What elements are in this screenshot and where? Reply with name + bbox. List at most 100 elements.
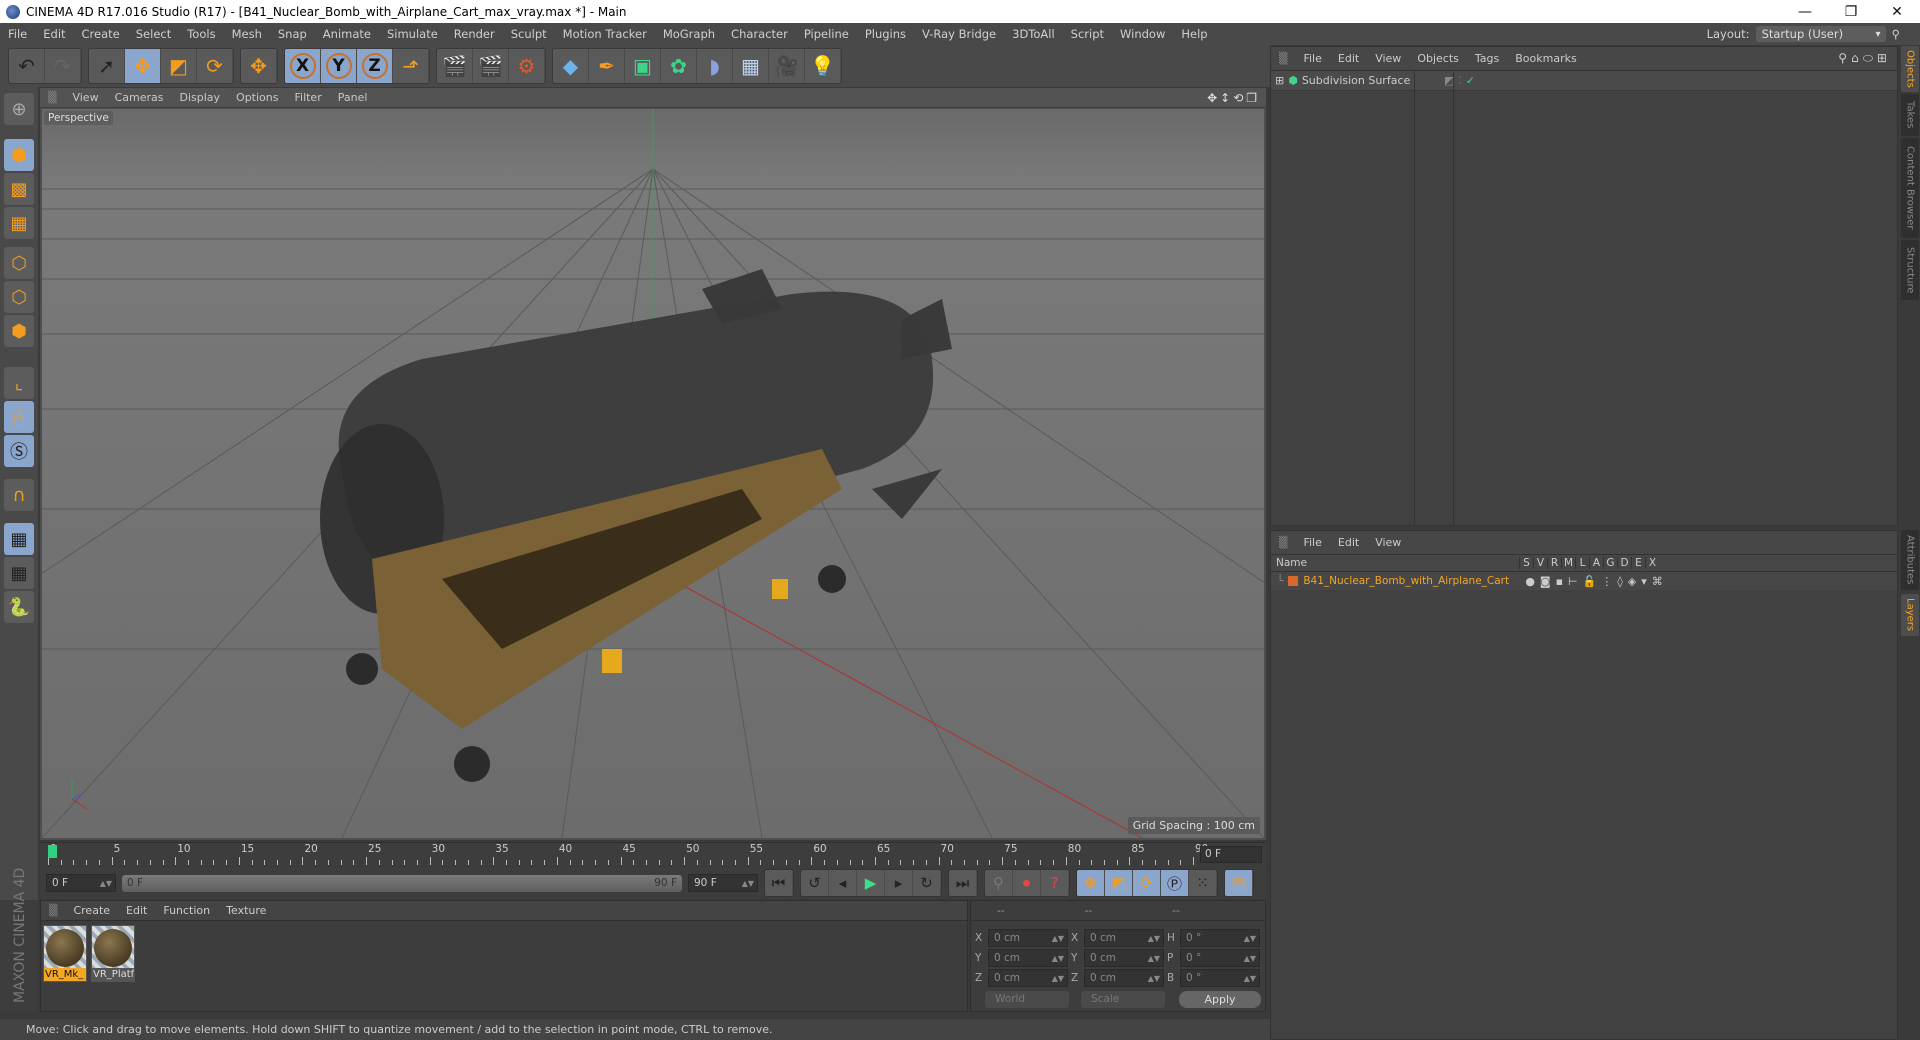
start-frame-field[interactable]: 0 F ▲▼ <box>46 874 116 892</box>
menu-simulate[interactable]: Simulate <box>379 27 446 41</box>
move-icon[interactable]: ✥ <box>125 49 161 83</box>
undo-icon[interactable]: ↶ <box>9 49 45 83</box>
layers-menu-file[interactable]: File <box>1295 536 1329 549</box>
axis-mode-icon[interactable]: ⌞ <box>4 367 34 399</box>
column-s[interactable]: S <box>1519 557 1533 569</box>
key-pla-icon[interactable]: ⁙ <box>1189 870 1217 896</box>
menu-mograph[interactable]: MoGraph <box>655 27 723 41</box>
menu-select[interactable]: Select <box>128 27 179 41</box>
model-mode-icon[interactable]: ⬢ <box>4 139 34 171</box>
panel-grip-icon[interactable]: ▒ <box>40 91 64 104</box>
bend-deformer-icon[interactable]: ◗ <box>697 49 733 83</box>
workplane-mode-icon[interactable]: ▦ <box>4 207 34 239</box>
render-dots-icon[interactable]: ⁚ <box>1458 74 1462 87</box>
column-v[interactable]: V <box>1533 557 1547 569</box>
tab-content-browser[interactable]: Content Browser <box>1901 138 1919 238</box>
render-picture-viewer-icon[interactable]: 🎬 <box>473 49 509 83</box>
minimize-button[interactable]: — <box>1782 0 1828 23</box>
menu-animate[interactable]: Animate <box>315 27 379 41</box>
column-a[interactable]: A <box>1589 557 1603 569</box>
autokey-icon[interactable]: ? <box>1041 870 1069 896</box>
menu-motion-tracker[interactable]: Motion Tracker <box>555 27 655 41</box>
rotation-b-field[interactable]: 0 ° ▲▼ <box>1180 969 1260 987</box>
go-to-end-icon[interactable]: ⏭ <box>949 870 977 896</box>
column-g[interactable]: G <box>1603 557 1617 569</box>
restore-button[interactable]: ❐ <box>1828 0 1874 23</box>
motion-path-icon[interactable]: ⚲ <box>985 870 1013 896</box>
panel-grip-icon[interactable]: ▒ <box>41 904 65 917</box>
column-l[interactable]: L <box>1575 557 1589 569</box>
workplane-align-icon[interactable]: ▦ <box>4 557 34 589</box>
make-editable-icon[interactable]: ⊕ <box>4 93 34 125</box>
menu-snap[interactable]: Snap <box>270 27 315 41</box>
column-e[interactable]: E <box>1631 557 1645 569</box>
material-menu-create[interactable]: Create <box>65 904 118 917</box>
viewport-menu-options[interactable]: Options <box>228 91 286 104</box>
object-row-subdivision-surface[interactable]: ⊞ ⬢ Subdivision Surface ◩ ⁚ ✓ <box>1271 71 1897 91</box>
layer-color-swatch[interactable] <box>1288 576 1299 586</box>
layers-menu-edit[interactable]: Edit <box>1330 536 1367 549</box>
end-frame-field[interactable]: 90 F ▲▼ <box>688 874 758 892</box>
layers-menu-view[interactable]: View <box>1367 536 1409 549</box>
cloner-icon[interactable]: ✿ <box>661 49 697 83</box>
tab-layers[interactable]: Layers <box>1901 594 1919 636</box>
expand-icon[interactable]: ⊞ <box>1275 74 1284 87</box>
coordinate-type-dropdown[interactable]: Scale <box>1081 991 1165 1008</box>
viewport-menu-display[interactable]: Display <box>171 91 228 104</box>
menu-create[interactable]: Create <box>74 27 128 41</box>
key-position-icon[interactable]: ✥ <box>1077 870 1105 896</box>
light-icon[interactable]: 💡 <box>805 49 841 83</box>
objects-menu-view[interactable]: View <box>1367 52 1409 65</box>
position-z-field[interactable]: 0 cm ▲▼ <box>988 969 1068 987</box>
objects-header-icons[interactable]: ⚲⌂⬭⊞ <box>1838 51 1897 66</box>
bomb-model[interactable] <box>320 269 952 782</box>
camera-icon[interactable]: 🎥 <box>769 49 805 83</box>
tab-takes[interactable]: Takes <box>1901 94 1919 136</box>
material-menu-texture[interactable]: Texture <box>218 904 274 917</box>
menu-help[interactable]: Help <box>1173 27 1215 41</box>
python-icon[interactable]: 🐍 <box>4 591 34 623</box>
layout-dropdown[interactable]: Startup (User) <box>1755 26 1886 42</box>
points-mode-icon[interactable]: ⬡ <box>4 247 34 279</box>
redo-icon[interactable]: ↷ <box>45 49 81 83</box>
viewport-menu-view[interactable]: View <box>64 91 106 104</box>
menu-edit[interactable]: Edit <box>35 27 73 41</box>
objects-menu-edit[interactable]: Edit <box>1330 52 1367 65</box>
current-frame-field[interactable]: 0 F <box>1200 846 1262 863</box>
viewport-nav-icons[interactable]: ✥↕⟲❐ <box>1207 91 1266 105</box>
pen-spline-icon[interactable]: ✒ <box>589 49 625 83</box>
key-rotation-icon[interactable]: ⟳ <box>1133 870 1161 896</box>
size-y-field[interactable]: 0 cm ▲▼ <box>1084 949 1164 967</box>
subdivision-surface-icon[interactable]: ▣ <box>625 49 661 83</box>
menu-sculpt[interactable]: Sculpt <box>503 27 555 41</box>
material-menu-function[interactable]: Function <box>155 904 218 917</box>
rotation-h-field[interactable]: 0 ° ▲▼ <box>1180 929 1260 947</box>
recent-tool-icon[interactable]: ✥ <box>241 49 277 83</box>
next-frame-icon[interactable]: ▸ <box>885 870 913 896</box>
floor-icon[interactable]: ▦ <box>733 49 769 83</box>
3d-scene[interactable]: Perspective Grid Spacing : 100 cm <box>42 109 1264 838</box>
tab-structure[interactable]: Structure <box>1901 240 1919 300</box>
objects-menu-file[interactable]: File <box>1295 52 1329 65</box>
panel-grip-icon[interactable]: ▒ <box>1271 52 1295 65</box>
search-icon[interactable]: ⚲ <box>1892 27 1900 41</box>
column-name[interactable]: Name <box>1271 557 1519 569</box>
timeline-window-icon[interactable]: ▤ <box>1225 870 1253 896</box>
viewport-menu-cameras[interactable]: Cameras <box>107 91 172 104</box>
camera-label[interactable]: Perspective <box>44 111 113 125</box>
timeline-ruler[interactable]: 051015202530354045505560657075808590 0 F <box>40 842 1266 866</box>
polygons-mode-icon[interactable]: ⬢ <box>4 315 34 347</box>
column-x[interactable]: X <box>1645 557 1659 569</box>
material-swatch[interactable]: VR_Mk_ <box>43 925 87 982</box>
snap-icon[interactable]: ∩ <box>4 479 34 511</box>
next-key-icon[interactable]: ↻ <box>913 870 941 896</box>
menu-plugins[interactable]: Plugins <box>857 27 914 41</box>
panel-grip-icon[interactable]: ▒ <box>1271 536 1295 549</box>
key-param-icon[interactable]: Ⓟ <box>1161 870 1189 896</box>
menu-tools[interactable]: Tools <box>179 27 223 41</box>
menu-script[interactable]: Script <box>1063 27 1112 41</box>
objects-menu-bookmarks[interactable]: Bookmarks <box>1507 52 1584 65</box>
previous-frame-icon[interactable]: ◂ <box>829 870 857 896</box>
coordinate-system-icon[interactable]: ⬏ <box>393 49 429 83</box>
x-axis-lock-icon[interactable]: X <box>285 49 321 83</box>
